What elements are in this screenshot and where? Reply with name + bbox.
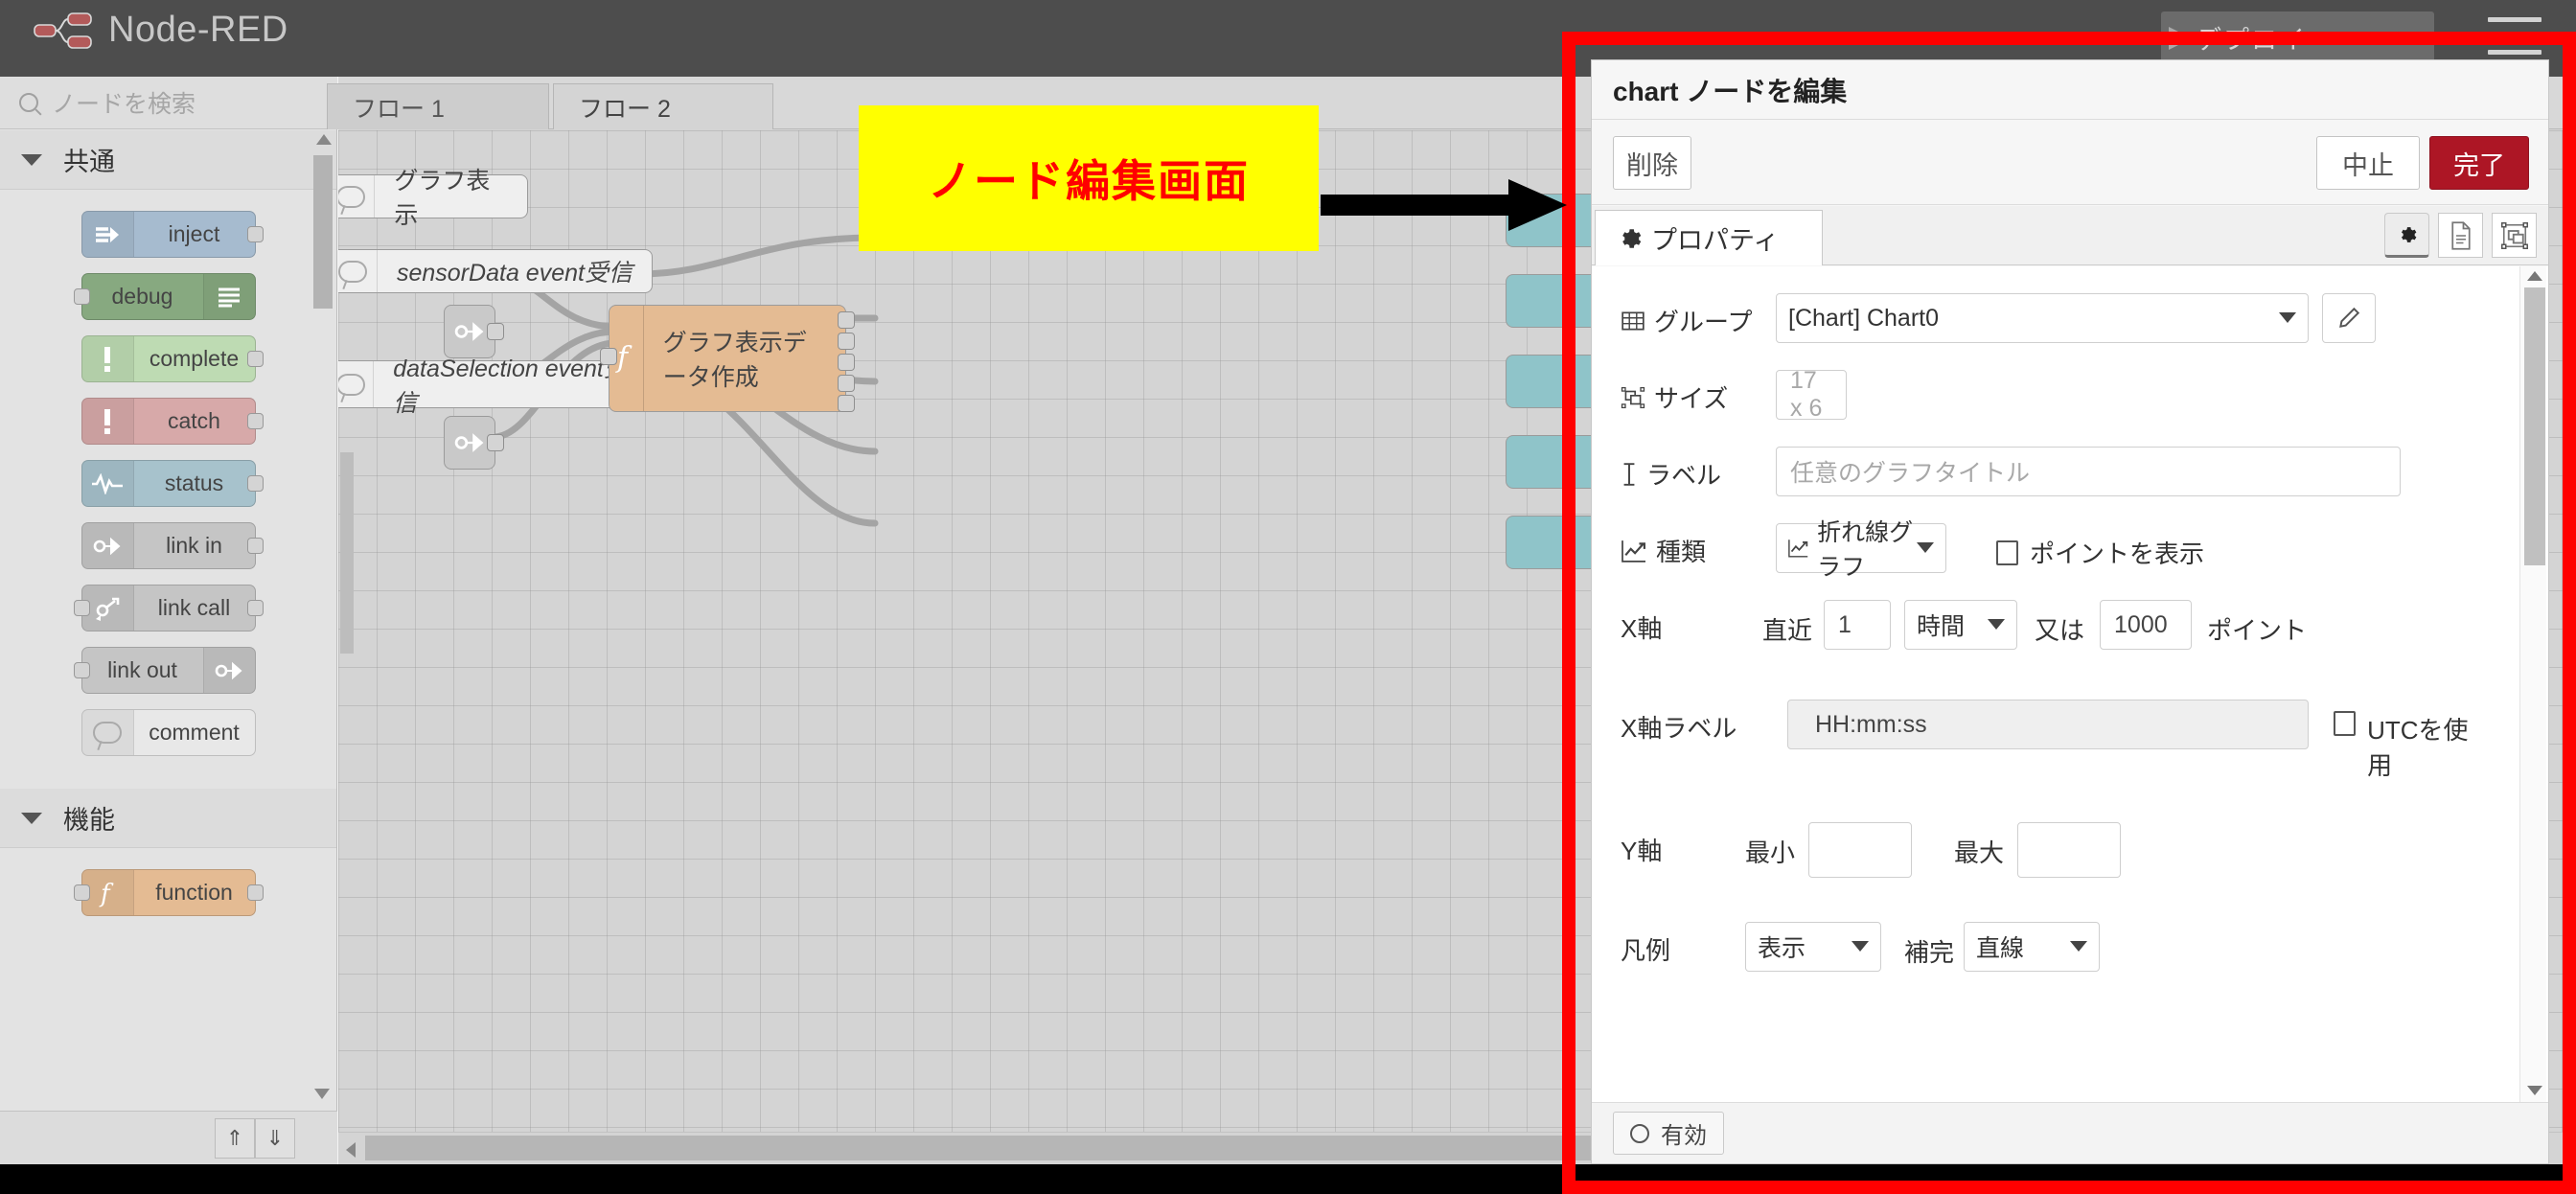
chevron-double-up-icon[interactable]: ⇑ <box>215 1118 255 1159</box>
node-palette: ノードを検索 共通 inject debug complete catch st… <box>0 77 337 1164</box>
node-output-port-3 <box>838 354 855 371</box>
annotation-text: ノード編集画面 <box>928 156 1250 206</box>
node-output-port-4 <box>838 375 855 392</box>
node-input-port <box>73 600 90 616</box>
annotation-box: ノード編集画面 <box>859 105 1319 251</box>
app-title: Node-RED <box>108 10 288 50</box>
link-in-icon <box>81 523 134 568</box>
palette-list: 共通 inject debug complete catch status li… <box>0 130 336 1111</box>
node-label: sensorData event受信 <box>397 260 632 287</box>
palette-node-label: function <box>155 880 233 905</box>
palette-node-label: inject <box>168 221 220 246</box>
node-output-port <box>487 434 504 451</box>
palette-category-label: 機能 <box>63 806 115 835</box>
palette-node-label: link call <box>157 595 231 620</box>
palette-node-debug[interactable]: debug <box>73 273 256 320</box>
palette-category-label: 共通 <box>63 148 115 176</box>
app-logo: Node-RED <box>34 10 288 51</box>
node-label: グラフ表示 <box>394 168 491 229</box>
node-output-port <box>246 884 264 901</box>
palette-group-function: f function <box>0 848 336 949</box>
node-output-port-2 <box>838 333 855 350</box>
palette-node-catch[interactable]: catch <box>80 398 264 445</box>
palette-node-status[interactable]: status <box>80 460 264 507</box>
node-output-port-5 <box>838 395 855 412</box>
search-input[interactable]: ノードを検索 <box>0 77 337 129</box>
palette-node-link-out[interactable]: link out <box>73 647 256 694</box>
canvas-node-link-in-bottom[interactable] <box>444 416 504 470</box>
chevron-down-icon <box>21 153 42 166</box>
palette-node-label: link out <box>107 657 177 682</box>
node-input-port <box>73 662 90 678</box>
node-output-port <box>246 351 264 367</box>
canvas-node-function[interactable]: f グラフ表示データ作成 <box>600 305 855 412</box>
debug-icon <box>202 274 255 319</box>
chevron-down-icon <box>21 812 42 824</box>
status-icon <box>81 461 134 506</box>
complete-icon <box>81 336 134 381</box>
palette-node-inject[interactable]: inject <box>80 211 264 258</box>
canvas-node-sensordata[interactable]: sensorData event受信 <box>338 249 653 293</box>
palette-node-link-in[interactable]: link in <box>80 522 264 569</box>
palette-node-label: link in <box>166 533 222 558</box>
tab-label: フロー 1 <box>353 95 445 123</box>
catch-icon <box>81 399 134 444</box>
canvas-vscroll-thumb[interactable] <box>340 452 354 654</box>
link-in-icon <box>454 322 484 341</box>
tab-flow-2[interactable]: フロー 2 <box>553 83 773 129</box>
node-output-port <box>246 475 264 492</box>
node-input-port <box>73 288 90 305</box>
canvas-node-dataselection[interactable]: dataSelection event受信 <box>338 356 653 417</box>
node-input-port <box>73 884 90 901</box>
link-call-icon <box>81 586 134 631</box>
search-placeholder: ノードを検索 <box>52 91 196 118</box>
link-out-icon <box>202 648 255 693</box>
palette-node-comment[interactable]: comment <box>80 709 256 756</box>
svg-text:f: f <box>615 341 632 375</box>
palette-node-label: status <box>164 471 224 495</box>
canvas-vertical-scrollbar[interactable] <box>338 184 356 1099</box>
palette-node-label: catch <box>168 408 220 433</box>
node-output-port <box>246 226 264 242</box>
annotation-arrow <box>1321 179 1567 231</box>
palette-node-label: complete <box>149 346 240 371</box>
node-output-port <box>487 323 504 340</box>
scroll-down-icon[interactable] <box>314 1089 330 1099</box>
scroll-up-icon[interactable] <box>316 134 332 145</box>
comment-icon <box>81 710 134 755</box>
canvas-node-graph-display[interactable]: グラフ表示 <box>338 168 528 229</box>
function-icon: f <box>81 870 134 915</box>
node-output-port-1 <box>838 311 855 329</box>
palette-group-common: inject debug complete catch status link … <box>0 190 336 789</box>
node-input-port <box>600 348 617 365</box>
node-output-port <box>246 538 264 554</box>
node-label: グラフ表示データ作成 <box>662 330 807 391</box>
link-in-icon <box>454 433 484 452</box>
node-output-port <box>246 413 264 429</box>
svg-text:f: f <box>99 880 114 907</box>
palette-scrollbar[interactable] <box>313 134 333 1078</box>
palette-category-function[interactable]: 機能 <box>0 789 336 848</box>
palette-node-label: debug <box>111 284 173 309</box>
palette-scroll-thumb[interactable] <box>313 155 333 309</box>
palette-footer: ⇑ ⇓ <box>0 1111 337 1164</box>
palette-node-function[interactable]: f function <box>73 869 264 916</box>
screenshot-root: Node-RED デプロイ ノードを検索 共通 inject debug com… <box>0 0 2576 1194</box>
tab-flow-1[interactable]: フロー 1 <box>327 83 549 129</box>
inject-icon <box>81 212 134 257</box>
palette-node-label: comment <box>149 720 240 745</box>
highlight-frame <box>1562 32 2576 1194</box>
node-red-logo-icon <box>34 11 92 49</box>
scroll-left-icon[interactable] <box>346 1142 356 1158</box>
node-output-port <box>246 600 264 616</box>
palette-category-common[interactable]: 共通 <box>0 130 336 190</box>
palette-node-link-call[interactable]: link call <box>73 585 264 631</box>
chevron-double-down-icon[interactable]: ⇓ <box>255 1118 295 1159</box>
palette-node-complete[interactable]: complete <box>80 335 264 382</box>
tab-label: フロー 2 <box>579 95 671 123</box>
search-icon <box>19 93 38 112</box>
